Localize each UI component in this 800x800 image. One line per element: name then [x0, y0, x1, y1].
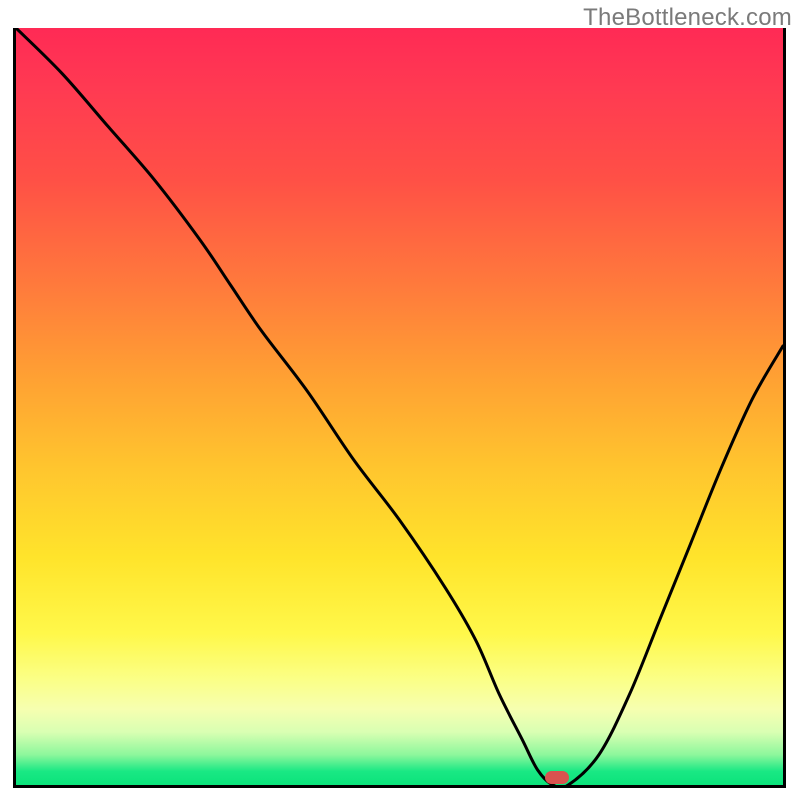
watermark-label: TheBottleneck.com: [583, 4, 792, 32]
plot-area: [13, 28, 786, 788]
optimal-point-marker: [545, 771, 569, 784]
bottleneck-curve: [16, 28, 783, 785]
chart-stage: TheBottleneck.com: [0, 0, 800, 800]
